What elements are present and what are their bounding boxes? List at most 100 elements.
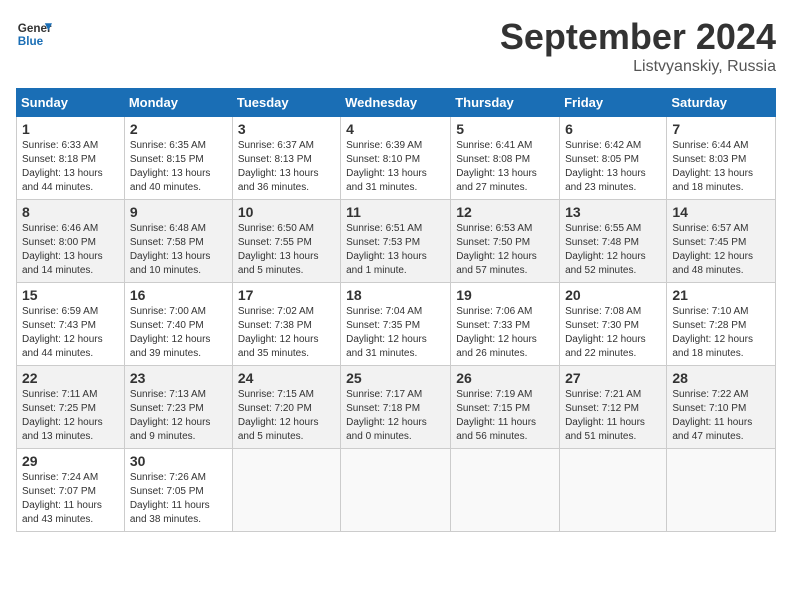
day-info: Sunrise: 6:37 AMSunset: 8:13 PMDaylight:… bbox=[238, 139, 335, 195]
col-monday: Monday bbox=[124, 89, 232, 117]
calendar-row: 29 Sunrise: 7:24 AMSunset: 7:07 PMDayligh… bbox=[17, 449, 776, 532]
table-cell: 5 Sunrise: 6:41 AMSunset: 8:08 PMDaylight… bbox=[451, 117, 560, 200]
day-number: 15 bbox=[22, 287, 119, 303]
table-cell: 9 Sunrise: 6:48 AMSunset: 7:58 PMDaylight… bbox=[124, 200, 232, 283]
day-info: Sunrise: 6:50 AMSunset: 7:55 PMDaylight:… bbox=[238, 222, 335, 278]
day-number: 12 bbox=[456, 204, 554, 220]
day-info: Sunrise: 7:00 AMSunset: 7:40 PMDaylight:… bbox=[130, 305, 227, 361]
table-cell: 17Sunrise: 7:02 AMSunset: 7:38 PMDayligh… bbox=[232, 283, 340, 366]
table-cell: 12 Sunrise: 6:53 AMSunset: 7:50 PMDayligh… bbox=[451, 200, 560, 283]
table-cell: 29 Sunrise: 7:24 AMSunset: 7:07 PMDayligh… bbox=[17, 449, 125, 532]
table-cell: 6 Sunrise: 6:42 AMSunset: 8:05 PMDaylight… bbox=[560, 117, 667, 200]
header-row: Sunday Monday Tuesday Wednesday Thursday… bbox=[17, 89, 776, 117]
table-cell bbox=[451, 449, 560, 532]
table-cell: 20 Sunrise: 7:08 AMSunset: 7:30 PMDayligh… bbox=[560, 283, 667, 366]
table-cell: 18Sunrise: 7:04 AMSunset: 7:35 PMDayligh… bbox=[341, 283, 451, 366]
table-cell bbox=[232, 449, 340, 532]
table-cell: 27 Sunrise: 7:21 AMSunset: 7:12 PMDayligh… bbox=[560, 366, 667, 449]
day-number: 1 bbox=[22, 121, 119, 137]
calendar-table: Sunday Monday Tuesday Wednesday Thursday… bbox=[16, 88, 776, 532]
day-info: Sunrise: 7:24 AMSunset: 7:07 PMDaylight:… bbox=[22, 471, 119, 527]
day-info: Sunrise: 7:15 AMSunset: 7:20 PMDaylight:… bbox=[238, 388, 335, 444]
col-saturday: Saturday bbox=[667, 89, 776, 117]
title-area: September 2024 Listvyanskiy, Russia bbox=[500, 16, 776, 76]
table-cell: 14Sunrise: 6:57 AMSunset: 7:45 PMDayligh… bbox=[667, 200, 776, 283]
table-cell bbox=[341, 449, 451, 532]
day-number: 26 bbox=[456, 370, 554, 386]
day-info: Sunrise: 6:57 AMSunset: 7:45 PMDaylight:… bbox=[672, 222, 770, 278]
day-info: Sunrise: 7:13 AMSunset: 7:23 PMDaylight:… bbox=[130, 388, 227, 444]
table-cell: 8Sunrise: 6:46 AMSunset: 8:00 PMDaylight… bbox=[17, 200, 125, 283]
table-cell: 19 Sunrise: 7:06 AMSunset: 7:33 PMDayligh… bbox=[451, 283, 560, 366]
table-cell: 2Sunrise: 6:35 AMSunset: 8:15 PMDaylight… bbox=[124, 117, 232, 200]
day-number: 17 bbox=[238, 287, 335, 303]
table-cell bbox=[667, 449, 776, 532]
day-info: Sunrise: 6:41 AMSunset: 8:08 PMDaylight:… bbox=[456, 139, 554, 195]
day-info: Sunrise: 6:33 AMSunset: 8:18 PMDaylight:… bbox=[22, 139, 119, 195]
table-cell: 1 Sunrise: 6:33 AMSunset: 8:18 PMDaylight… bbox=[17, 117, 125, 200]
day-number: 30 bbox=[130, 453, 227, 469]
day-info: Sunrise: 7:11 AMSunset: 7:25 PMDaylight:… bbox=[22, 388, 119, 444]
calendar-row: 1 Sunrise: 6:33 AMSunset: 8:18 PMDaylight… bbox=[17, 117, 776, 200]
day-number: 6 bbox=[565, 121, 661, 137]
table-cell: 15 Sunrise: 6:59 AMSunset: 7:43 PMDayligh… bbox=[17, 283, 125, 366]
day-info: Sunrise: 6:59 AMSunset: 7:43 PMDaylight:… bbox=[22, 305, 119, 361]
table-cell: 24Sunrise: 7:15 AMSunset: 7:20 PMDayligh… bbox=[232, 366, 340, 449]
day-info: Sunrise: 7:10 AMSunset: 7:28 PMDaylight:… bbox=[672, 305, 770, 361]
page-header: General Blue September 2024 Listvyanskiy… bbox=[16, 16, 776, 76]
table-cell: 23Sunrise: 7:13 AMSunset: 7:23 PMDayligh… bbox=[124, 366, 232, 449]
day-info: Sunrise: 6:55 AMSunset: 7:48 PMDaylight:… bbox=[565, 222, 661, 278]
day-number: 28 bbox=[672, 370, 770, 386]
day-number: 11 bbox=[346, 204, 445, 220]
day-number: 4 bbox=[346, 121, 445, 137]
day-number: 18 bbox=[346, 287, 445, 303]
day-info: Sunrise: 7:08 AMSunset: 7:30 PMDaylight:… bbox=[565, 305, 661, 361]
table-cell: 26 Sunrise: 7:19 AMSunset: 7:15 PMDayligh… bbox=[451, 366, 560, 449]
day-info: Sunrise: 7:26 AMSunset: 7:05 PMDaylight:… bbox=[130, 471, 227, 527]
col-thursday: Thursday bbox=[451, 89, 560, 117]
day-number: 10 bbox=[238, 204, 335, 220]
table-cell bbox=[560, 449, 667, 532]
day-number: 2 bbox=[130, 121, 227, 137]
col-tuesday: Tuesday bbox=[232, 89, 340, 117]
day-info: Sunrise: 7:21 AMSunset: 7:12 PMDaylight:… bbox=[565, 388, 661, 444]
day-number: 16 bbox=[130, 287, 227, 303]
day-info: Sunrise: 6:53 AMSunset: 7:50 PMDaylight:… bbox=[456, 222, 554, 278]
day-info: Sunrise: 6:46 AMSunset: 8:00 PMDaylight:… bbox=[22, 222, 119, 278]
day-info: Sunrise: 6:48 AMSunset: 7:58 PMDaylight:… bbox=[130, 222, 227, 278]
table-cell: 25Sunrise: 7:17 AMSunset: 7:18 PMDayligh… bbox=[341, 366, 451, 449]
calendar-row: 22 Sunrise: 7:11 AMSunset: 7:25 PMDayligh… bbox=[17, 366, 776, 449]
day-number: 29 bbox=[22, 453, 119, 469]
day-info: Sunrise: 6:44 AMSunset: 8:03 PMDaylight:… bbox=[672, 139, 770, 195]
calendar-row: 8Sunrise: 6:46 AMSunset: 8:00 PMDaylight… bbox=[17, 200, 776, 283]
day-number: 9 bbox=[130, 204, 227, 220]
table-cell: 21Sunrise: 7:10 AMSunset: 7:28 PMDayligh… bbox=[667, 283, 776, 366]
col-friday: Friday bbox=[560, 89, 667, 117]
day-info: Sunrise: 7:17 AMSunset: 7:18 PMDaylight:… bbox=[346, 388, 445, 444]
calendar-subtitle: Listvyanskiy, Russia bbox=[500, 58, 776, 76]
col-sunday: Sunday bbox=[17, 89, 125, 117]
table-cell: 11Sunrise: 6:51 AMSunset: 7:53 PMDayligh… bbox=[341, 200, 451, 283]
table-cell: 7 Sunrise: 6:44 AMSunset: 8:03 PMDaylight… bbox=[667, 117, 776, 200]
day-number: 27 bbox=[565, 370, 661, 386]
day-number: 13 bbox=[565, 204, 661, 220]
logo-icon: General Blue bbox=[16, 16, 52, 52]
table-cell: 4Sunrise: 6:39 AMSunset: 8:10 PMDaylight… bbox=[341, 117, 451, 200]
day-number: 5 bbox=[456, 121, 554, 137]
table-cell: 28Sunrise: 7:22 AMSunset: 7:10 PMDayligh… bbox=[667, 366, 776, 449]
table-cell: 30 Sunrise: 7:26 AMSunset: 7:05 PMDayligh… bbox=[124, 449, 232, 532]
day-number: 3 bbox=[238, 121, 335, 137]
svg-text:Blue: Blue bbox=[18, 35, 44, 48]
calendar-row: 15 Sunrise: 6:59 AMSunset: 7:43 PMDayligh… bbox=[17, 283, 776, 366]
table-cell: 13 Sunrise: 6:55 AMSunset: 7:48 PMDayligh… bbox=[560, 200, 667, 283]
table-cell: 16 Sunrise: 7:00 AMSunset: 7:40 PMDayligh… bbox=[124, 283, 232, 366]
day-number: 22 bbox=[22, 370, 119, 386]
logo: General Blue bbox=[16, 16, 52, 52]
day-number: 19 bbox=[456, 287, 554, 303]
table-cell: 3 Sunrise: 6:37 AMSunset: 8:13 PMDaylight… bbox=[232, 117, 340, 200]
day-info: Sunrise: 6:42 AMSunset: 8:05 PMDaylight:… bbox=[565, 139, 661, 195]
day-number: 7 bbox=[672, 121, 770, 137]
day-number: 20 bbox=[565, 287, 661, 303]
day-info: Sunrise: 7:19 AMSunset: 7:15 PMDaylight:… bbox=[456, 388, 554, 444]
day-info: Sunrise: 7:06 AMSunset: 7:33 PMDaylight:… bbox=[456, 305, 554, 361]
